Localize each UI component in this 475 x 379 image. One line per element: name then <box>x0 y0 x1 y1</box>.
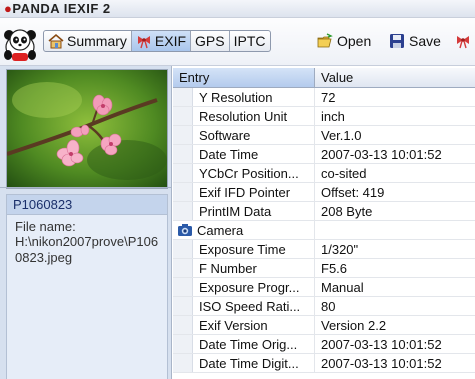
value-cell <box>315 221 475 239</box>
value-cell: 2007-03-13 10:01:52 <box>321 356 442 371</box>
table-row[interactable]: Y Resolution 72 <box>173 88 475 107</box>
app-title-text: PANDA IEXIF 2 <box>12 1 111 16</box>
entry-cell: Resolution Unit <box>193 107 315 125</box>
pane-divider <box>0 187 172 188</box>
value-cell: Version 2.2 <box>321 318 387 333</box>
open-button[interactable]: Open <box>317 30 371 52</box>
value-cell: 72 <box>321 90 336 105</box>
table-row[interactable]: YCbCr Position... co-sited <box>173 164 475 183</box>
entry-cell: Date Time Orig... <box>193 335 315 353</box>
title-bar: ●PANDA IEXIF 2 <box>0 0 475 18</box>
value-cell: Ver.1.0 <box>321 128 362 143</box>
row-gutter <box>173 297 193 315</box>
entry-cell: Exposure Progr... <box>193 278 315 296</box>
row-gutter <box>173 145 193 163</box>
value-cell: 1/320" <box>321 242 359 257</box>
home-icon <box>48 33 64 49</box>
row-gutter <box>173 88 193 106</box>
table-row[interactable]: Date Time 2007-03-13 10:01:52 <box>173 145 475 164</box>
row-gutter <box>173 202 193 220</box>
group-title: Camera <box>173 221 315 239</box>
value-cell: F5.6 <box>321 261 348 276</box>
entry-cell: Exif IFD Pointer <box>193 183 315 201</box>
entry-cell: Exif Version <box>193 316 315 334</box>
row-gutter <box>173 183 193 201</box>
panda-logo-icon <box>4 29 36 61</box>
row-gutter <box>173 278 193 296</box>
camera-icon <box>178 224 192 236</box>
column-header-entry[interactable]: Entry <box>173 68 315 87</box>
exif-bow-icon[interactable] <box>455 33 471 49</box>
file-path-label: File name: <box>15 219 76 234</box>
table-body: Y Resolution 72 Resolution Unit inch Softwar… <box>173 88 475 373</box>
value-cell: inch <box>321 109 345 124</box>
row-gutter <box>173 126 193 144</box>
open-folder-icon <box>317 33 333 48</box>
tab-iptc[interactable]: IPTC <box>230 31 270 51</box>
table-row[interactable]: Resolution Unit inch <box>173 107 475 126</box>
tab-iptc-label: IPTC <box>233 33 266 49</box>
row-gutter <box>173 107 193 125</box>
row-gutter <box>173 316 193 334</box>
entry-cell: YCbCr Position... <box>193 164 315 182</box>
table-row[interactable]: Software Ver.1.0 <box>173 126 475 145</box>
table-row[interactable]: Exposure Progr... Manual <box>173 278 475 297</box>
file-info-panel: P1060823 File name: H:\nikon2007prove\P1… <box>6 194 168 379</box>
entry-cell: F Number <box>193 259 315 277</box>
table-group-row[interactable]: Camera <box>173 221 475 240</box>
open-button-label: Open <box>337 33 372 49</box>
entry-cell: Date Time <box>193 145 315 163</box>
value-cell: Manual <box>321 280 364 295</box>
table-row[interactable]: Exif Version Version 2.2 <box>173 316 475 335</box>
value-cell: Offset: 419 <box>321 185 385 200</box>
app-title: ●PANDA IEXIF 2 <box>4 1 111 16</box>
value-cell: co-sited <box>321 166 367 181</box>
entry-cell: Y Resolution <box>193 88 315 106</box>
entry-cell: PrintIM Data <box>193 202 315 220</box>
blossom-photo <box>7 70 167 188</box>
table-row[interactable]: Date Time Orig... 2007-03-13 10:01:52 <box>173 335 475 354</box>
exif-table: Entry Value Y Resolution 72 Resolution Uni… <box>173 66 475 379</box>
group-title-label: Camera <box>197 222 244 238</box>
table-row[interactable]: Exposure Time 1/320" <box>173 240 475 259</box>
value-cell: 2007-03-13 10:01:52 <box>321 147 442 162</box>
table-row[interactable]: PrintIM Data 208 Byte <box>173 202 475 221</box>
row-gutter <box>173 354 193 372</box>
photo-preview <box>6 69 168 189</box>
save-disk-icon <box>390 34 404 48</box>
row-gutter <box>173 240 193 258</box>
table-header: Entry Value <box>173 68 475 88</box>
table-row[interactable]: Exif IFD Pointer Offset: 419 <box>173 183 475 202</box>
entry-cell: ISO Speed Rati... <box>193 297 315 315</box>
left-pane: P1060823 File name: H:\nikon2007prove\P1… <box>0 66 172 379</box>
entry-cell: Exposure Time <box>193 240 315 258</box>
column-header-value[interactable]: Value <box>315 68 475 87</box>
row-gutter <box>173 259 193 277</box>
entry-cell: Date Time Digit... <box>193 354 315 372</box>
tab-gps[interactable]: GPS <box>191 31 230 51</box>
save-button-label: Save <box>409 33 441 49</box>
view-tab-bar: Summary EXIF GPS IPTC <box>43 30 271 52</box>
tab-summary-label: Summary <box>67 33 127 49</box>
row-gutter <box>173 335 193 353</box>
tab-exif[interactable]: EXIF <box>131 31 192 51</box>
toolbar: Summary EXIF GPS IPTC Open Save <box>0 18 475 66</box>
table-row[interactable]: F Number F5.6 <box>173 259 475 278</box>
entry-cell: Software <box>193 126 315 144</box>
table-row[interactable]: Date Time Digit... 2007-03-13 10:01:52 <box>173 354 475 373</box>
tab-gps-label: GPS <box>195 33 225 49</box>
exif-bow-icon <box>137 36 150 49</box>
table-row[interactable]: ISO Speed Rati... 80 <box>173 297 475 316</box>
row-gutter <box>173 164 193 182</box>
save-button[interactable]: Save <box>389 30 441 52</box>
file-name-header: P1060823 <box>7 195 167 215</box>
value-cell: 2007-03-13 10:01:52 <box>321 337 442 352</box>
value-cell: 208 Byte <box>321 204 373 219</box>
tab-summary[interactable]: Summary <box>44 31 132 51</box>
file-path-value: H:\nikon2007prove\P1060823.jpeg <box>15 234 159 265</box>
value-cell: 80 <box>321 299 336 314</box>
tab-exif-label: EXIF <box>154 33 187 49</box>
